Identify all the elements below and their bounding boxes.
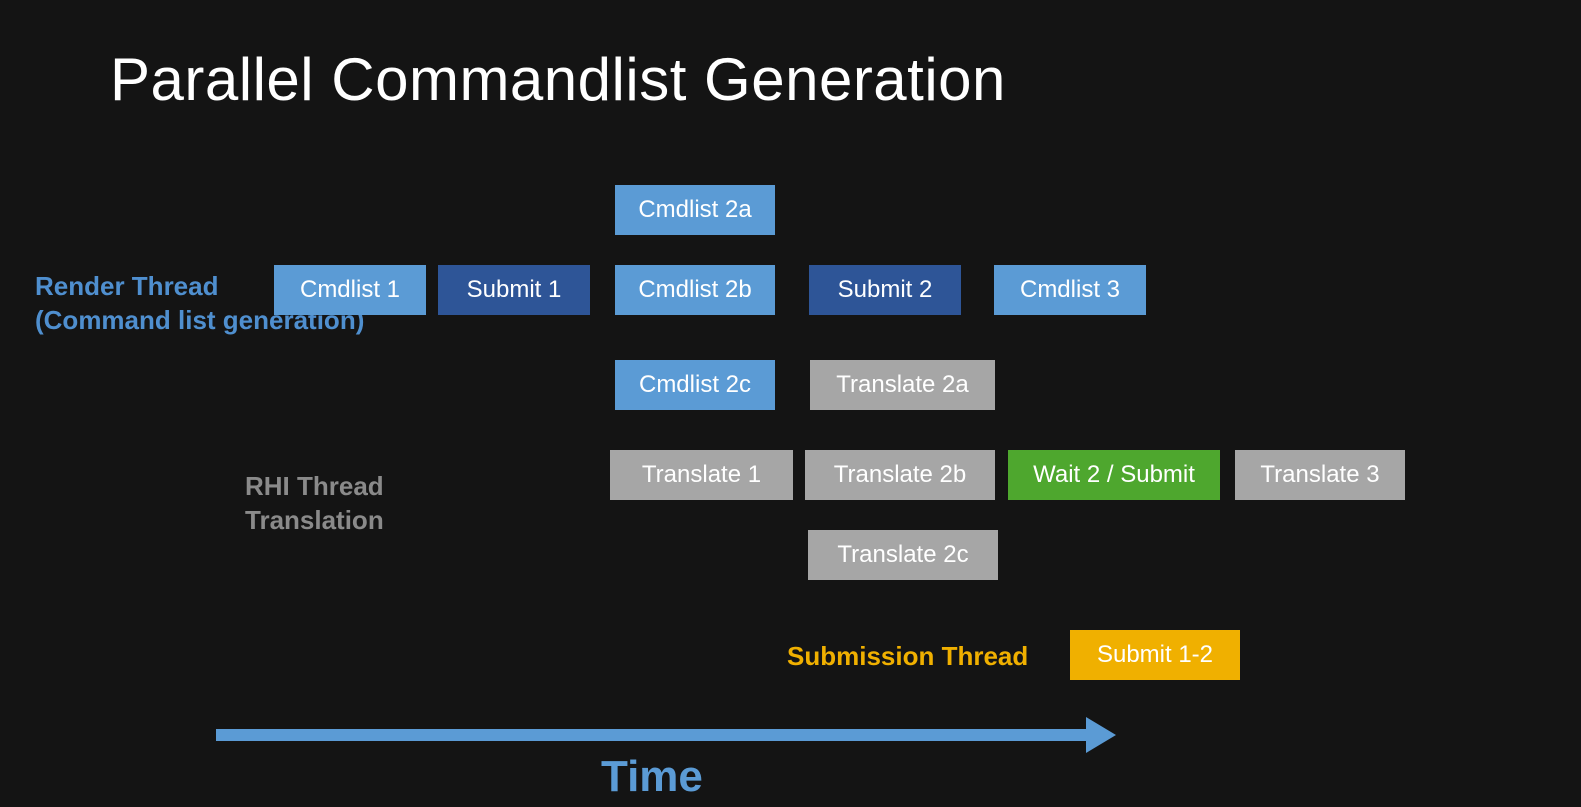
box-cmdlist-1: Cmdlist 1 (274, 265, 426, 315)
time-arrow (216, 715, 1116, 755)
box-submit-2: Submit 2 (809, 265, 961, 315)
submission-thread-label: Submission Thread (787, 640, 1028, 674)
box-submit-1-2: Submit 1-2 (1070, 630, 1240, 680)
slide-title: Parallel Commandlist Generation (110, 45, 1006, 114)
arrow-icon (216, 715, 1116, 755)
rhi-thread-line2: Translation (245, 504, 384, 538)
rhi-thread-line1: RHI Thread (245, 470, 384, 504)
box-translate-2c: Translate 2c (808, 530, 998, 580)
rhi-thread-label: RHI Thread Translation (245, 470, 384, 538)
box-wait-2-submit: Wait 2 / Submit (1008, 450, 1220, 500)
box-cmdlist-2b: Cmdlist 2b (615, 265, 775, 315)
slide: Parallel Commandlist Generation Render T… (0, 0, 1581, 807)
box-cmdlist-2c: Cmdlist 2c (615, 360, 775, 410)
time-label: Time (601, 752, 703, 802)
box-translate-3: Translate 3 (1235, 450, 1405, 500)
box-cmdlist-2a: Cmdlist 2a (615, 185, 775, 235)
box-translate-2a: Translate 2a (810, 360, 995, 410)
box-translate-2b: Translate 2b (805, 450, 995, 500)
box-translate-1: Translate 1 (610, 450, 793, 500)
box-submit-1: Submit 1 (438, 265, 590, 315)
box-cmdlist-3: Cmdlist 3 (994, 265, 1146, 315)
